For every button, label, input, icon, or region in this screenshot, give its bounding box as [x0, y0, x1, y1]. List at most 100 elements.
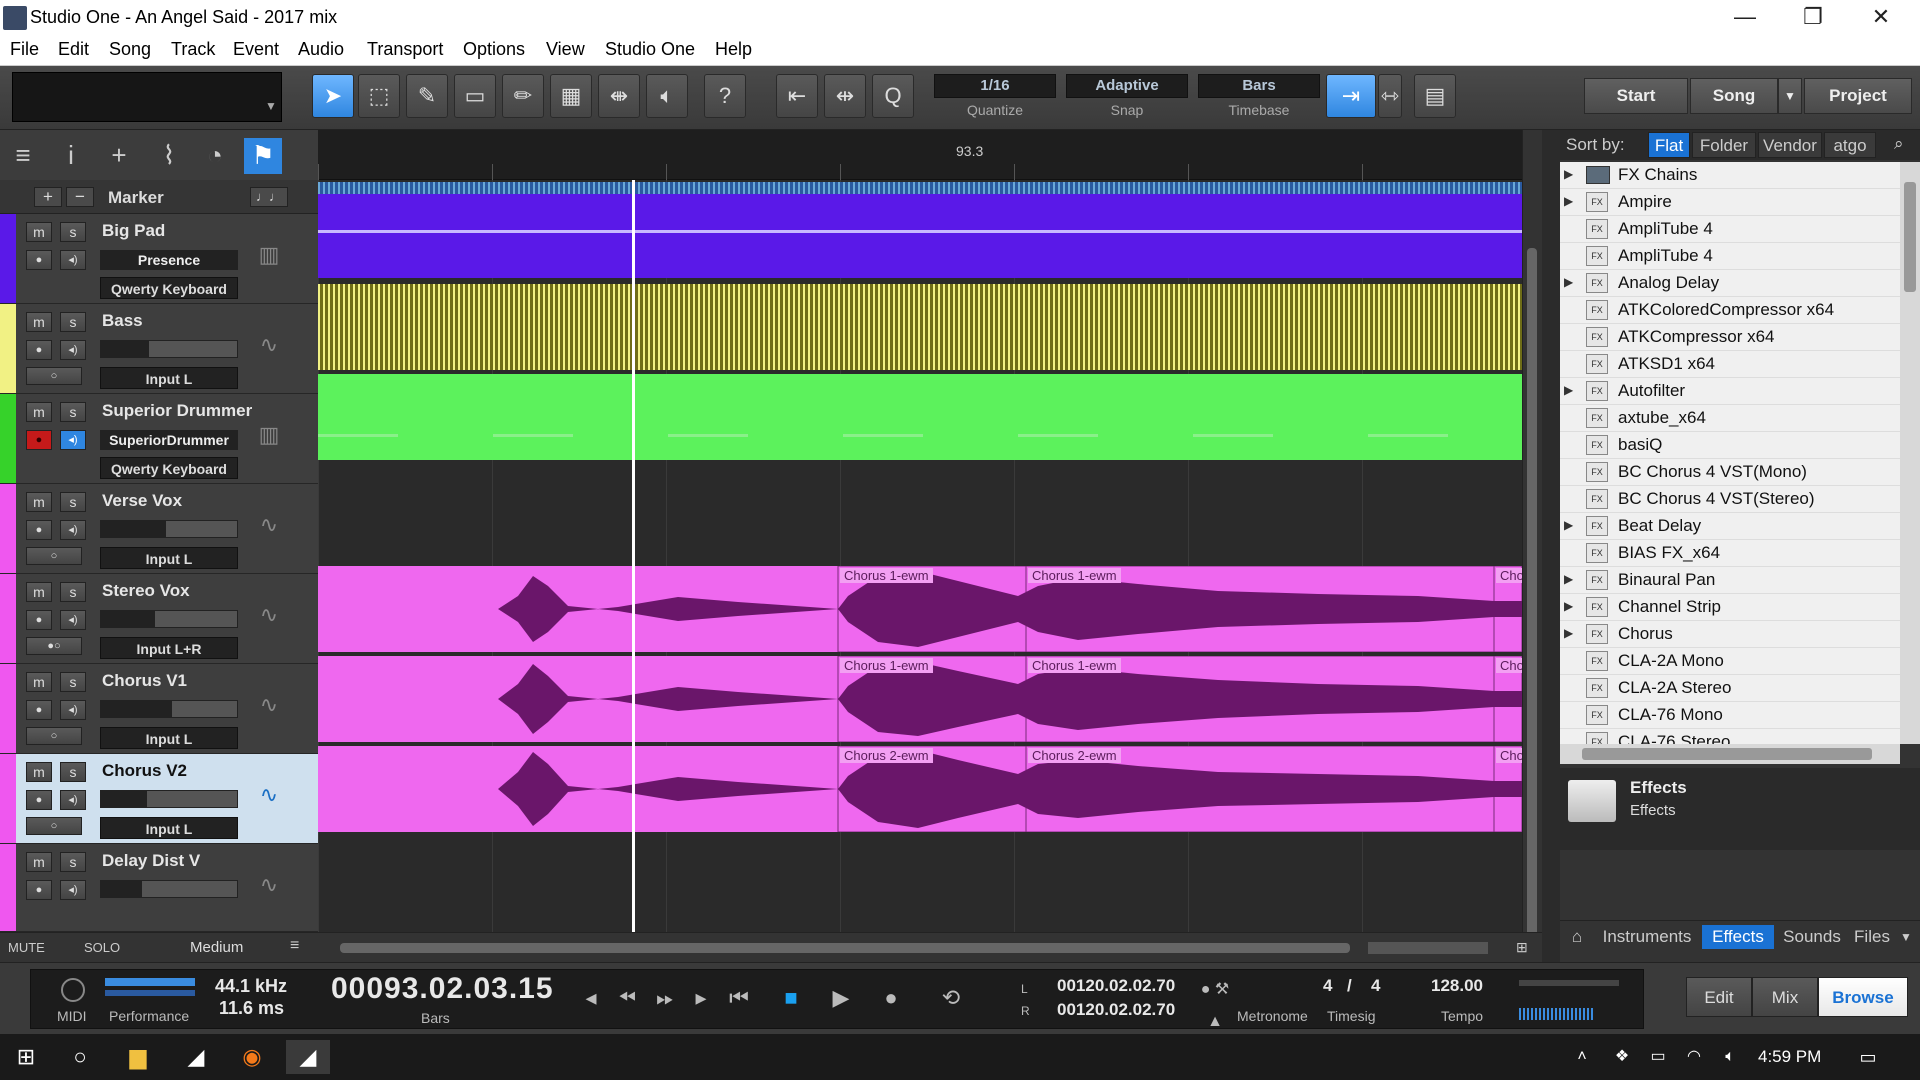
clip-label[interactable]: Chorus 2-ewm: [840, 748, 933, 763]
playhead-cursor[interactable]: [632, 180, 635, 932]
menu-options[interactable]: Options: [463, 39, 525, 60]
scrollbar-thumb[interactable]: [1904, 182, 1916, 292]
volume-icon[interactable]: 🔈︎: [1708, 1040, 1752, 1074]
plugin-list-item[interactable]: FX AmpliTube 4: [1560, 216, 1900, 243]
help-button[interactable]: ?: [704, 74, 746, 118]
track-size-select[interactable]: Medium: [190, 939, 243, 956]
track-list-icon[interactable]: ≡: [4, 138, 42, 174]
windows-start-icon[interactable]: ⊞: [4, 1040, 48, 1074]
clip-label[interactable]: Chorus 1-ewm: [1028, 568, 1121, 583]
timesig-numerator[interactable]: 4: [1323, 976, 1332, 996]
expand-arrow-icon[interactable]: ▶: [1564, 167, 1573, 181]
mute-button[interactable]: m: [26, 582, 52, 602]
tempo-track-icon[interactable]: ◔: [196, 138, 234, 174]
input-selector[interactable]: Qwerty Keyboard: [100, 277, 238, 299]
plugin-list-item[interactable]: FX ATKCompressor x64: [1560, 324, 1900, 351]
solo-button[interactable]: s: [60, 762, 86, 782]
restore-button[interactable]: ❐: [1788, 4, 1838, 32]
plugin-list-item[interactable]: ▶ FX Ampire: [1560, 189, 1900, 216]
input-monitor-button[interactable]: ●○: [26, 637, 82, 655]
input-selector[interactable]: Input L: [100, 367, 238, 389]
volume-slider[interactable]: [100, 340, 238, 358]
add-marker-button[interactable]: +: [34, 187, 62, 207]
menu-event[interactable]: Event: [233, 39, 279, 60]
sort-flat-button[interactable]: Flat: [1648, 132, 1690, 158]
paint-tool-button[interactable]: ✏: [502, 74, 544, 118]
snap-left-button[interactable]: ⇤: [776, 74, 818, 118]
track-header-bass[interactable]: m s ● ◂) ○ Bass Input L ∿: [0, 304, 318, 394]
mute-button[interactable]: m: [26, 222, 52, 242]
track-header-big-pad[interactable]: m s ● ◂) Big Pad Presence Qwerty Keyboar…: [0, 214, 318, 304]
monitor-button[interactable]: ◂): [60, 790, 86, 810]
mute-tool-button[interactable]: ▦: [550, 74, 592, 118]
timebase-value[interactable]: Bars: [1198, 74, 1320, 98]
volume-slider[interactable]: [100, 880, 238, 898]
track-header-delay-dist-v[interactable]: m s ● ◂) Delay Dist V ∿: [0, 844, 318, 932]
plugin-list-item[interactable]: FX BC Chorus 4 VST(Mono): [1560, 459, 1900, 486]
menu-song[interactable]: Song: [109, 39, 151, 60]
add-track-icon[interactable]: +: [100, 138, 138, 174]
solo-button[interactable]: s: [60, 672, 86, 692]
track-list-menu-icon[interactable]: ≡: [290, 937, 299, 955]
browse-view-button[interactable]: Browse: [1818, 977, 1908, 1017]
marker-notes-button[interactable]: ♩♩: [250, 187, 288, 207]
record-arm-button[interactable]: ●: [26, 610, 52, 630]
track-name[interactable]: Verse Vox: [102, 491, 182, 511]
record-arm-button[interactable]: ●: [26, 250, 52, 270]
scrollbar-thumb[interactable]: [1527, 248, 1537, 1028]
arrange-horizontal-scrollbar[interactable]: ⊞: [318, 932, 1542, 962]
mute-button[interactable]: m: [26, 402, 52, 422]
expand-arrow-icon[interactable]: ▶: [1564, 599, 1573, 613]
input-selector[interactable]: Qwerty Keyboard: [100, 457, 238, 479]
inspector-icon[interactable]: i: [52, 138, 90, 174]
menu-audio[interactable]: Audio: [298, 39, 344, 60]
solo-button[interactable]: s: [60, 582, 86, 602]
start-page-button[interactable]: Start: [1584, 78, 1688, 114]
track-header-verse-vox[interactable]: m s ● ◂) ○ Verse Vox Input L ∿: [0, 484, 318, 574]
rewind-icon[interactable]: ⏪︎: [611, 982, 643, 1014]
file-explorer-icon[interactable]: ▆: [116, 1040, 160, 1074]
loop-icon[interactable]: ⟲: [929, 982, 973, 1014]
tab-effects[interactable]: Effects: [1702, 925, 1774, 949]
input-monitor-button[interactable]: ○: [26, 367, 82, 385]
expand-arrow-icon[interactable]: ▶: [1564, 275, 1573, 289]
track-header-chorus-v2[interactable]: m s ● ◂) ○ Chorus V2 Input L ∿: [0, 754, 318, 844]
home-icon[interactable]: ⌂: [1566, 925, 1588, 949]
input-selector[interactable]: Input L: [100, 547, 238, 569]
expand-arrow-icon[interactable]: ▶: [1564, 572, 1573, 586]
return-to-zero-icon[interactable]: ⏮︎: [723, 982, 755, 1014]
plugin-list-item[interactable]: FX CLA-76 Mono: [1560, 702, 1900, 729]
quantize-button[interactable]: Q: [872, 74, 914, 118]
menu-view[interactable]: View: [546, 39, 585, 60]
volume-slider[interactable]: [100, 520, 238, 538]
plugin-list-item[interactable]: FX BIAS FX_x64: [1560, 540, 1900, 567]
timeline-ruler[interactable]: 93.3: [318, 130, 1522, 180]
zoom-slider[interactable]: [1368, 942, 1488, 954]
menu-track[interactable]: Track: [171, 39, 215, 60]
arrange-vertical-scrollbar[interactable]: [1522, 130, 1542, 1028]
firefox-icon[interactable]: ◉: [230, 1040, 274, 1074]
plugin-list-item[interactable]: ▶ FX Beat Delay: [1560, 513, 1900, 540]
plugin-list-item[interactable]: FX CLA-2A Stereo: [1560, 675, 1900, 702]
volume-slider[interactable]: [100, 610, 238, 628]
plugin-list-item[interactable]: FX BC Chorus 4 VST(Stereo): [1560, 486, 1900, 513]
autoscroll-button[interactable]: ⇥: [1326, 74, 1376, 118]
tempo-value[interactable]: 128.00: [1431, 976, 1483, 996]
mute-button[interactable]: m: [26, 492, 52, 512]
time-display[interactable]: 00093.02.03.15: [331, 972, 554, 1006]
edit-view-button[interactable]: Edit: [1686, 977, 1752, 1017]
tab-sounds[interactable]: Sounds: [1778, 925, 1846, 949]
menu-help[interactable]: Help: [715, 39, 752, 60]
track-name[interactable]: Stereo Vox: [102, 581, 190, 601]
metronome-label[interactable]: Metronome: [1237, 1008, 1308, 1024]
loop-start[interactable]: 00120.02.02.70: [1057, 976, 1175, 996]
metronome-icon[interactable]: ● ⚒ ▲: [1199, 974, 1231, 1030]
input-monitor-button[interactable]: ○: [26, 817, 82, 835]
show-hidden-icons[interactable]: ˄: [1560, 1040, 1604, 1074]
browser-vertical-scrollbar[interactable]: [1900, 162, 1920, 744]
plugin-list-item[interactable]: ▶ FX Binaural Pan: [1560, 567, 1900, 594]
input-monitor-button[interactable]: ○: [26, 547, 82, 565]
solo-button[interactable]: s: [60, 402, 86, 422]
sort-category-button[interactable]: atgo: [1824, 132, 1876, 158]
record-arm-button[interactable]: ●: [26, 880, 52, 900]
